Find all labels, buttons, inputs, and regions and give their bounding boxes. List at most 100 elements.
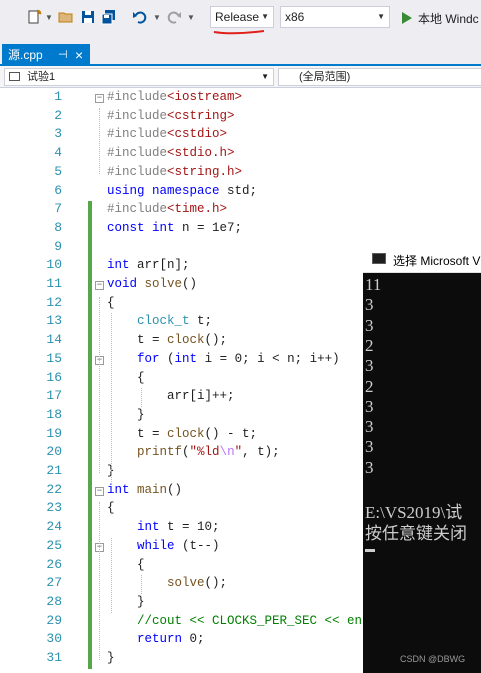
line-number: 6 <box>54 182 62 198</box>
undo-dropdown-arrow[interactable]: ▼ <box>153 13 161 22</box>
code-line[interactable]: while (t--) <box>107 539 220 553</box>
chevron-down-icon: ▼ <box>261 12 269 21</box>
console-title-bar[interactable]: 选择 Microsoft V <box>363 246 481 273</box>
code-line[interactable]: } <box>107 595 145 609</box>
new-dropdown-arrow[interactable]: ▼ <box>45 13 53 22</box>
line-number: 13 <box>46 313 62 329</box>
console-window[interactable]: 选择 Microsoft V 11 3 3 2 3 2 3 3 3 3 E:\VS2019\试 按任意… <box>363 246 481 673</box>
red-annotation-underline <box>213 30 265 35</box>
code-line[interactable]: const int n = 1e7; <box>107 221 242 235</box>
platform-value: x86 <box>285 10 305 24</box>
code-line[interactable]: solve(); <box>107 576 227 590</box>
line-number: 19 <box>46 425 62 441</box>
code-line[interactable]: #include<iostream> <box>107 90 242 104</box>
project-dropdown[interactable]: 试验1 ▼ <box>4 68 274 86</box>
console-output-line: 按任意键关闭 <box>365 523 467 543</box>
platform-combo[interactable]: x86 ▼ <box>280 6 390 28</box>
console-app-icon <box>372 253 386 264</box>
indent-guide <box>141 575 142 594</box>
chevron-down-icon: ▼ <box>377 12 385 21</box>
code-line[interactable]: { <box>107 501 115 515</box>
console-output-line: 2 <box>365 376 374 396</box>
fold-guide <box>99 371 100 417</box>
line-number: 8 <box>54 219 62 235</box>
line-number: 30 <box>46 631 62 647</box>
code-line[interactable]: clock_t t; <box>107 314 212 328</box>
line-number: 25 <box>46 537 62 553</box>
line-number: 7 <box>54 201 62 217</box>
console-output-line: 3 <box>365 396 374 416</box>
code-line[interactable]: { <box>107 558 145 572</box>
code-line[interactable]: #include<cstdio> <box>107 127 227 141</box>
scope-name: (全局范围) <box>299 71 351 83</box>
code-line[interactable]: int t = 10; <box>107 520 220 534</box>
line-number: 12 <box>46 294 62 310</box>
code-line[interactable]: #include<time.h> <box>107 202 227 216</box>
code-line[interactable]: #include<stdio.h> <box>107 146 235 160</box>
code-line[interactable]: t = clock() - t; <box>107 427 257 441</box>
line-number: 31 <box>46 650 62 665</box>
scope-dropdown[interactable]: (全局范围) <box>278 68 481 86</box>
fold-toggle-icon[interactable]: − <box>95 486 104 496</box>
line-number: 18 <box>46 406 62 422</box>
line-number: 10 <box>46 257 62 273</box>
navigation-bar: 试验1 ▼ (全局范围) <box>0 66 481 88</box>
console-output-line: 3 <box>365 417 374 437</box>
line-number: 4 <box>54 145 62 161</box>
code-line[interactable]: void solve() <box>107 277 197 291</box>
console-output-line: 3 <box>365 356 374 376</box>
line-number: 29 <box>46 612 62 628</box>
console-output-line: 3 <box>365 457 374 477</box>
redo-icon[interactable] <box>166 9 182 25</box>
indent-guide <box>111 313 112 482</box>
save-icon[interactable] <box>80 9 96 25</box>
configuration-value: Release <box>215 10 260 24</box>
code-line[interactable]: printf("%ld\n", t); <box>107 445 280 459</box>
open-folder-icon[interactable] <box>58 9 74 25</box>
play-icon[interactable] <box>399 10 415 26</box>
code-line[interactable]: } <box>107 408 145 422</box>
line-number: 1 <box>54 89 62 104</box>
line-number: 23 <box>46 500 62 516</box>
code-line[interactable]: { <box>107 296 115 310</box>
line-number: 22 <box>46 481 62 497</box>
code-line[interactable]: #include<cstring> <box>107 109 235 123</box>
code-line[interactable]: t = clock(); <box>107 333 227 347</box>
console-output-line: 3 <box>365 315 374 335</box>
close-icon[interactable]: × <box>75 44 83 66</box>
console-output-line: 2 <box>365 335 374 355</box>
tab-label: 源.cpp <box>8 48 43 62</box>
code-line[interactable]: #include<string.h> <box>107 165 242 179</box>
code-line[interactable]: //cout << CLOCKS_PER_SEC << en <box>107 614 362 628</box>
line-number: 14 <box>46 332 62 348</box>
chevron-down-icon: ▼ <box>261 72 269 81</box>
fold-toggle-icon[interactable]: − <box>95 281 104 290</box>
console-output-line: 11 <box>365 275 382 294</box>
new-project-icon[interactable] <box>26 9 42 25</box>
code-line[interactable]: arr[i]++; <box>107 389 235 403</box>
undo-icon[interactable] <box>132 9 148 25</box>
line-number: 9 <box>54 238 62 254</box>
code-line[interactable]: int arr[n]; <box>107 258 190 272</box>
run-debugger-button[interactable]: 本地 Windc <box>418 10 479 27</box>
pin-icon[interactable]: ⊣ <box>58 44 68 66</box>
line-number: 17 <box>46 388 62 404</box>
redo-dropdown-arrow[interactable]: ▼ <box>187 13 195 22</box>
tab-source-cpp[interactable]: 源.cpp ⊣ × <box>2 44 90 66</box>
line-number: 16 <box>46 369 62 385</box>
save-all-icon[interactable] <box>101 9 117 25</box>
code-line[interactable]: using namespace std; <box>107 184 257 198</box>
configuration-combo[interactable]: Release ▼ <box>210 6 274 28</box>
code-line[interactable]: int main() <box>107 483 182 497</box>
fold-guide <box>99 558 100 604</box>
code-line[interactable]: return 0; <box>107 632 205 646</box>
toolbar: ▼ ▼ ▼ Release ▼ x86 ▼ 本地 Windc <box>0 0 481 36</box>
code-line[interactable]: } <box>107 651 115 665</box>
console-cursor <box>365 549 375 552</box>
fold-toggle-icon[interactable]: − <box>95 94 104 103</box>
line-number: 3 <box>54 126 62 142</box>
code-line[interactable]: for (int i = 0; i < n; i++) <box>107 352 340 366</box>
code-line[interactable]: { <box>107 371 145 385</box>
line-number: 20 <box>46 444 62 460</box>
watermark: CSDN @DBWG <box>400 654 466 664</box>
